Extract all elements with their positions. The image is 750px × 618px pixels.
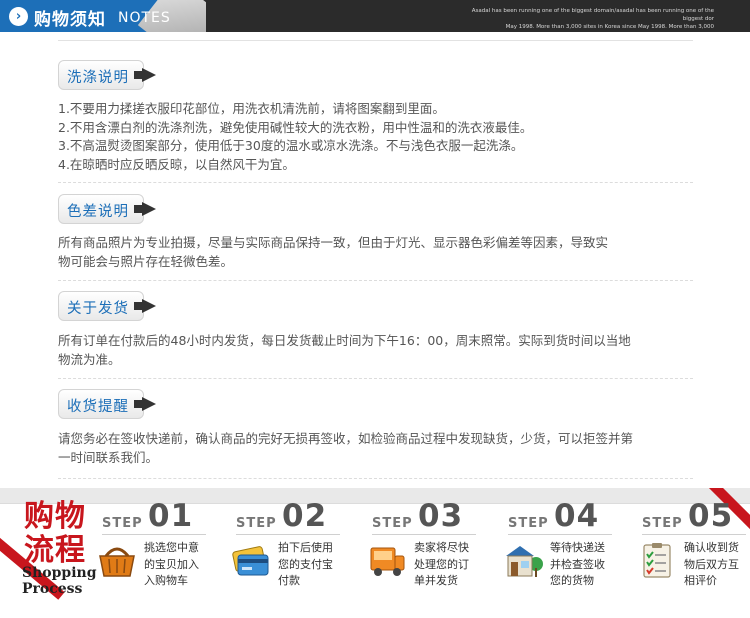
process-title-cn: 购物 流程 bbox=[24, 500, 90, 568]
text-line: 2.不用含漂白剂的洗涤剂洗，避免使用碱性较大的洗衣粉，用中性温和的洗衣液最佳。 bbox=[58, 119, 533, 135]
divider bbox=[58, 478, 693, 479]
step-text-line: 您的支付宝 bbox=[278, 557, 333, 571]
section-label-text: 色差说明 bbox=[67, 204, 129, 220]
section-text-washing: 1.不要用力揉搓衣服印花部位，用洗衣机清洗前，请将图案翻到里面。 2.不用含漂白… bbox=[58, 100, 698, 174]
step-text-line: 处理您的订 bbox=[414, 557, 469, 571]
step-number: 03 bbox=[418, 498, 464, 534]
step-word: STEP bbox=[102, 516, 143, 531]
step-text: 挑选您中意 的宝贝加入 入购物车 bbox=[144, 540, 214, 590]
process-step: STEP 03 卖家将尽快 处理您的订 单并发货 bbox=[370, 488, 508, 618]
shop-icon bbox=[506, 546, 543, 577]
arrow-right-icon bbox=[142, 202, 156, 216]
process-step: STEP 04 等待快递送 并检查签收 您的货物 bbox=[506, 488, 644, 618]
header-bar: › 购物须知 NOTES Asadal has been running one… bbox=[0, 0, 750, 32]
section-label-text: 收货提醒 bbox=[67, 399, 129, 415]
divider bbox=[58, 40, 693, 41]
section-text-color-difference: 所有商品照片为专业拍摄，尽量与实际商品保持一致，但由于灯光、显示器色彩偏差等因素… bbox=[58, 234, 698, 271]
step-text-line: 卖家将尽快 bbox=[414, 541, 469, 554]
text-line: 所有订单在付款后的48小时内发货，每日发货截止时间为下午16：00，周末照常。实… bbox=[58, 333, 631, 348]
text-line: 3.不高温熨烫图案部分，使用低于30度的温水或凉水洗涤。不与浅色衣服一起洗涤。 bbox=[58, 138, 524, 153]
process-title-en-line: Process bbox=[22, 581, 83, 597]
divider bbox=[58, 280, 693, 281]
chevron-right-icon: › bbox=[9, 7, 28, 26]
section-label-washing: 洗涤说明 bbox=[58, 60, 160, 90]
step-word: STEP bbox=[372, 516, 413, 531]
step-number: 05 bbox=[688, 498, 734, 534]
step-text: 卖家将尽快 处理您的订 单并发货 bbox=[414, 540, 484, 590]
section-label-text: 关于发货 bbox=[67, 301, 129, 317]
step-text-line: 挑选您中意 bbox=[144, 541, 199, 554]
text-line: 一时间联系我们。 bbox=[58, 449, 159, 465]
shopping-process-strip: 购物 流程 Shopping Process STEP 01 挑选您中意 的宝贝… bbox=[0, 488, 750, 618]
section-text-shipping: 所有订单在付款后的48小时内发货，每日发货截止时间为下午16：00，周末照常。实… bbox=[58, 332, 698, 369]
header-tagline: Asadal has been running one of the bigge… bbox=[454, 7, 714, 31]
delivery-truck-icon bbox=[370, 547, 405, 576]
credit-card-icon bbox=[232, 546, 269, 576]
step-word: STEP bbox=[236, 516, 277, 531]
step-text-line: 入购物车 bbox=[144, 574, 188, 587]
arrow-right-icon bbox=[142, 299, 156, 313]
process-step: STEP 01 挑选您中意 的宝贝加入 入购物车 bbox=[99, 488, 238, 618]
step-text-line: 等待快递送 bbox=[550, 541, 605, 554]
text-line: 4.在晾晒时应反晒反晾，以自然风干为宜。 bbox=[58, 156, 295, 172]
process-title-cn-line: 购物 bbox=[24, 499, 86, 534]
step-text-line: 拍下后使用 bbox=[278, 541, 333, 554]
shopping-basket-icon bbox=[99, 547, 135, 577]
step-text-line: 的宝贝加入 bbox=[144, 557, 199, 571]
step-text-line: 您的货物 bbox=[550, 574, 594, 587]
header-tagline-line: May 1998. More than 3,000 sites in Korea… bbox=[505, 24, 714, 30]
step-number: 04 bbox=[554, 498, 600, 534]
step-text: 等待快递送 并检查签收 您的货物 bbox=[550, 540, 620, 590]
divider bbox=[372, 534, 476, 535]
header-tagline-line: Asadal has been running one of the bigge… bbox=[471, 8, 714, 22]
step-text-line: 确认收到货 bbox=[684, 541, 739, 554]
step-text-line: 付款 bbox=[278, 574, 300, 587]
process-title-cn-line: 流程 bbox=[24, 533, 86, 568]
step-text-line: 相评价 bbox=[684, 574, 717, 587]
step-text-line: 并检查签收 bbox=[550, 557, 605, 571]
process-step: STEP 02 拍下后使用 您的支付宝 付款 bbox=[232, 488, 372, 618]
text-line: 1.不要用力揉搓衣服印花部位，用洗衣机清洗前，请将图案翻到里面。 bbox=[58, 101, 445, 116]
step-number: 02 bbox=[282, 498, 328, 534]
text-line: 物流为准。 bbox=[58, 351, 121, 367]
section-label-receiving: 收货提醒 bbox=[58, 389, 160, 419]
text-line: 所有商品照片为专业拍摄，尽量与实际商品保持一致，但由于灯光、显示器色彩偏差等因素… bbox=[58, 235, 609, 250]
text-line: 物可能会与照片存在轻微色差。 bbox=[58, 253, 234, 269]
divider bbox=[58, 182, 693, 183]
page-title-en: NOTES bbox=[118, 10, 171, 26]
checklist-icon bbox=[643, 543, 671, 578]
arrow-right-icon bbox=[142, 68, 156, 82]
process-title-en-line: Shopping bbox=[22, 565, 97, 581]
divider bbox=[508, 534, 612, 535]
divider bbox=[58, 378, 693, 379]
page-title: 购物须知 bbox=[34, 10, 106, 30]
step-word: STEP bbox=[642, 516, 683, 531]
step-text: 确认收到货 物后双方互 相评价 bbox=[684, 540, 750, 590]
process-step: STEP 05 确认收到货 物后双方互 相评价 bbox=[642, 488, 750, 618]
section-label-text: 洗涤说明 bbox=[67, 70, 129, 86]
section-text-receiving: 请您务必在签收快递前，确认商品的完好无损再签收，如检验商品过程中发现缺货，少货，… bbox=[58, 430, 698, 467]
step-text: 拍下后使用 您的支付宝 付款 bbox=[278, 540, 348, 590]
section-label-shipping: 关于发货 bbox=[58, 291, 160, 321]
step-number: 01 bbox=[148, 498, 194, 534]
divider bbox=[102, 534, 206, 535]
arrow-right-icon bbox=[142, 397, 156, 411]
divider bbox=[642, 534, 746, 535]
section-label-color-difference: 色差说明 bbox=[58, 194, 160, 224]
process-title-en: Shopping Process bbox=[22, 565, 97, 597]
text-line: 请您务必在签收快递前，确认商品的完好无损再签收，如检验商品过程中发现缺货，少货，… bbox=[58, 431, 634, 446]
divider bbox=[236, 534, 340, 535]
step-word: STEP bbox=[508, 516, 549, 531]
step-text-line: 物后双方互 bbox=[684, 557, 739, 571]
step-text-line: 单并发货 bbox=[414, 574, 458, 587]
